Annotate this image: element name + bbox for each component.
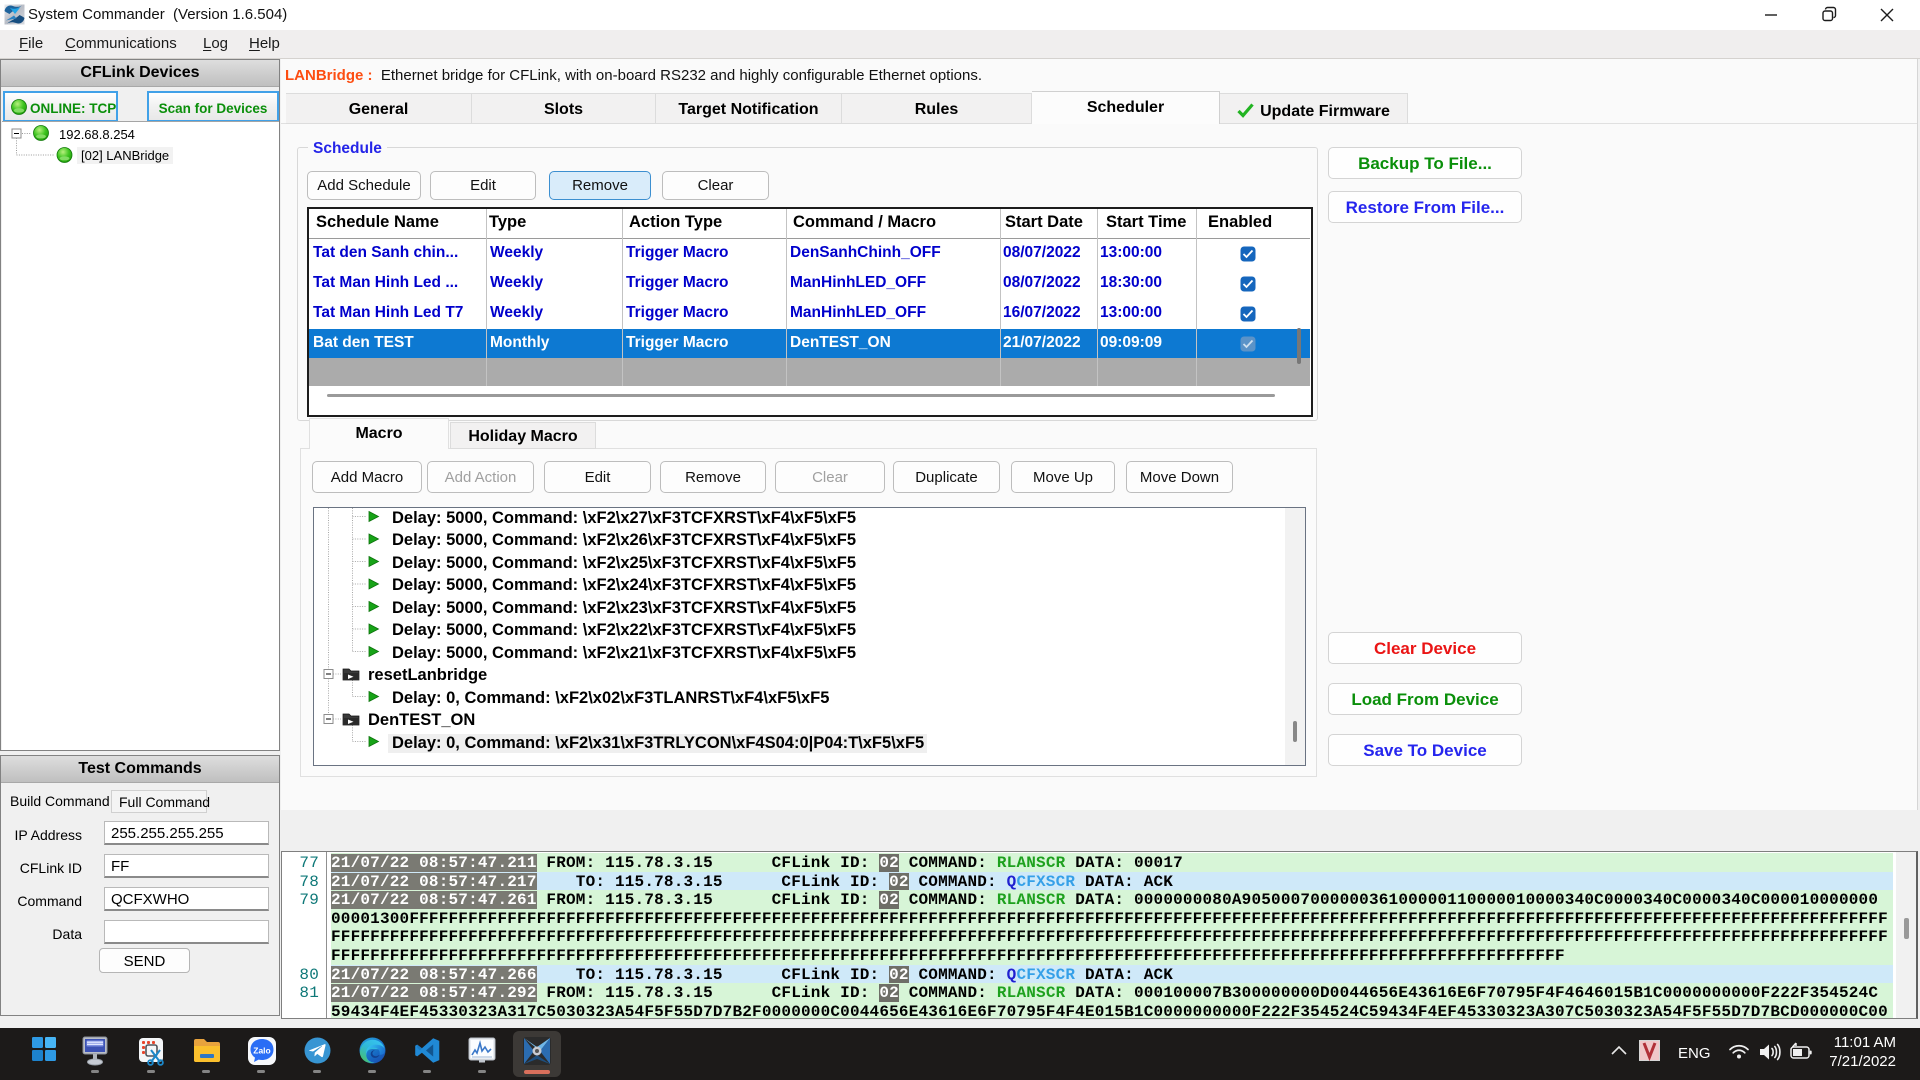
svg-text:Zalo: Zalo [253,1046,270,1056]
